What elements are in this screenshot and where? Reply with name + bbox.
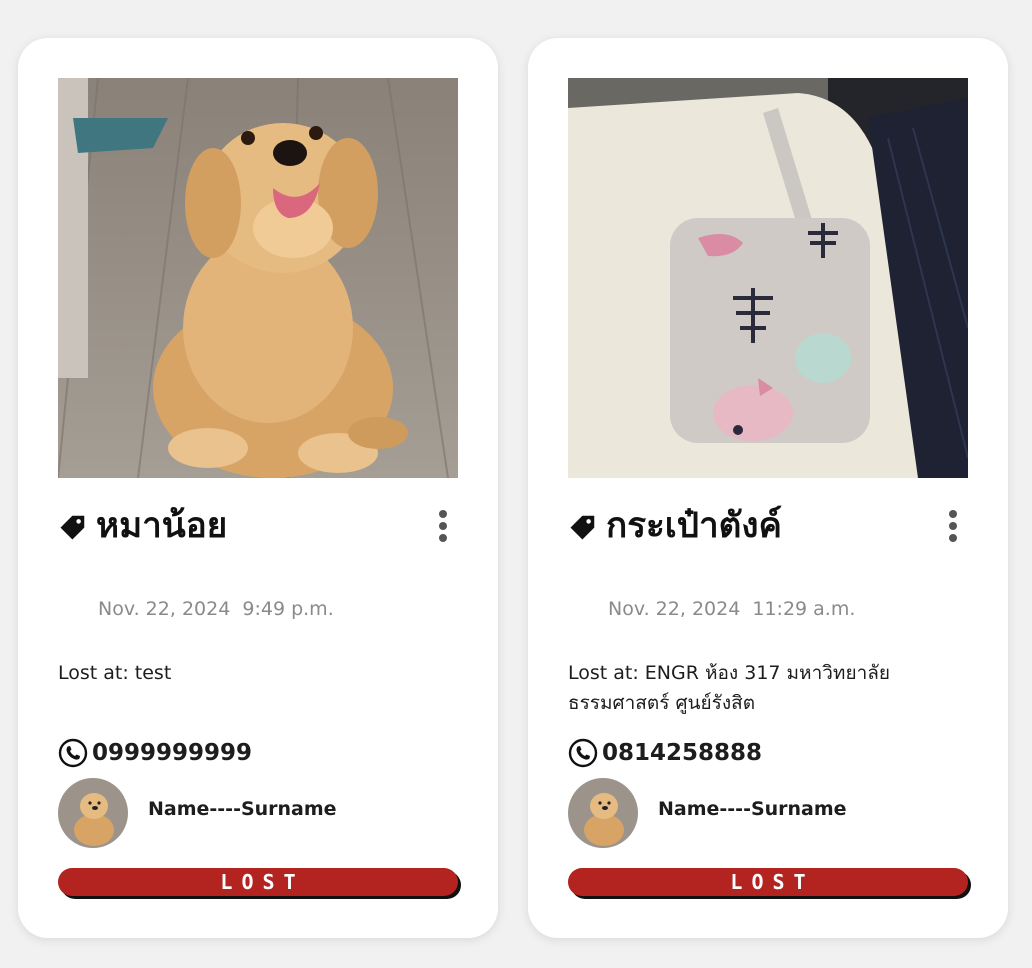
title-row: หมาน้อย xyxy=(58,504,458,548)
tag-icon xyxy=(570,515,595,540)
phone-icon xyxy=(58,738,88,768)
post-date: Nov. 22, 2024 9:49 p.m. xyxy=(98,598,334,620)
avatar-image xyxy=(58,778,128,848)
avatar[interactable] xyxy=(58,778,128,848)
phone-row: 0814258888 xyxy=(568,737,968,769)
lost-location: Lost at: ENGR ห้อง 317 มหาวิทยาลัยธรรมศา… xyxy=(568,662,891,714)
phone-number[interactable]: 0814258888 xyxy=(602,737,762,769)
owner-name: Name----Surname xyxy=(658,798,847,820)
kebab-menu-icon[interactable] xyxy=(946,508,960,544)
phone-row: 0999999999 xyxy=(58,737,458,769)
kebab-menu-icon[interactable] xyxy=(436,508,450,544)
post-date: Nov. 22, 2024 11:29 a.m. xyxy=(608,598,856,620)
phone-number[interactable]: 0999999999 xyxy=(92,737,252,769)
post-title: หมาน้อย xyxy=(96,506,228,546)
avatar[interactable] xyxy=(568,778,638,848)
pouch-photo xyxy=(568,78,968,478)
post-card: หมาน้อย Nov. 22, 2024 9:49 p.m. Lost at:… xyxy=(18,38,498,938)
phone-icon xyxy=(568,738,598,768)
status-lost-button[interactable]: LOST xyxy=(58,868,458,896)
post-title: กระเป๋าตังค์ xyxy=(606,506,782,546)
puppy-photo xyxy=(58,78,458,478)
owner-name: Name----Surname xyxy=(148,798,337,820)
lost-location: Lost at: test xyxy=(58,662,172,684)
item-photo[interactable] xyxy=(58,78,458,478)
title-row: กระเป๋าตังค์ xyxy=(568,504,968,548)
tag-icon xyxy=(60,515,85,540)
avatar-image xyxy=(568,778,638,848)
item-photo[interactable] xyxy=(568,78,968,478)
post-card: กระเป๋าตังค์ Nov. 22, 2024 11:29 a.m. Lo… xyxy=(528,38,1008,938)
status-lost-button[interactable]: LOST xyxy=(568,868,968,896)
